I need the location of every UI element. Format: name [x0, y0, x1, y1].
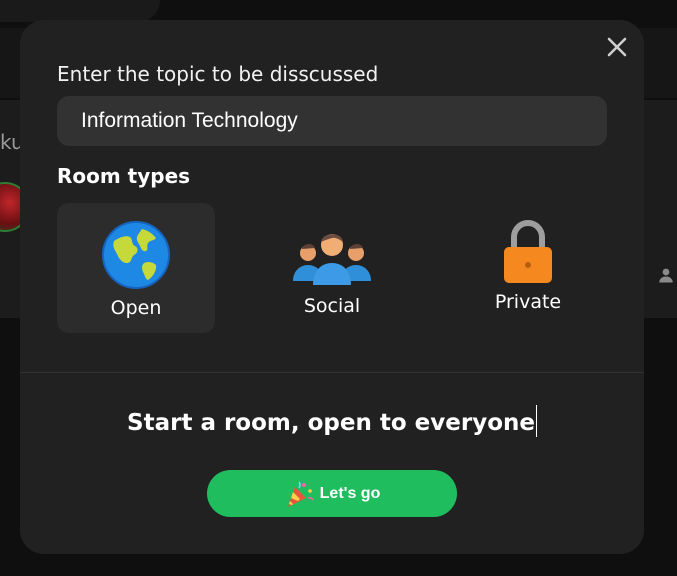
topic-label: Enter the topic to be disscussed	[57, 62, 379, 86]
lets-go-button[interactable]: Let's go	[207, 470, 457, 517]
globe-icon	[102, 221, 170, 289]
room-type-open[interactable]: Open	[57, 203, 215, 333]
background-top-bar	[0, 0, 160, 22]
section-divider	[20, 372, 644, 373]
lock-icon	[504, 220, 552, 283]
room-type-private[interactable]: Private	[449, 203, 607, 333]
lets-go-label: Let's go	[319, 484, 381, 502]
create-room-modal: Enter the topic to be disscussed Room ty…	[20, 20, 644, 554]
room-type-social[interactable]: Social	[253, 203, 411, 333]
people-group-icon	[293, 234, 371, 285]
topic-input[interactable]	[57, 96, 607, 146]
room-types-heading: Room types	[57, 164, 191, 188]
party-popper-icon	[287, 481, 314, 507]
close-button[interactable]	[604, 34, 630, 60]
room-description-text: Start a room, open to everyone	[127, 410, 535, 436]
room-type-label: Open	[110, 297, 162, 319]
room-type-label: Private	[494, 291, 562, 313]
text-caret	[535, 404, 537, 437]
user-icon	[659, 268, 673, 283]
close-icon	[607, 37, 627, 57]
room-description: Start a room, open to everyone	[20, 404, 644, 437]
room-type-label: Social	[303, 295, 361, 317]
